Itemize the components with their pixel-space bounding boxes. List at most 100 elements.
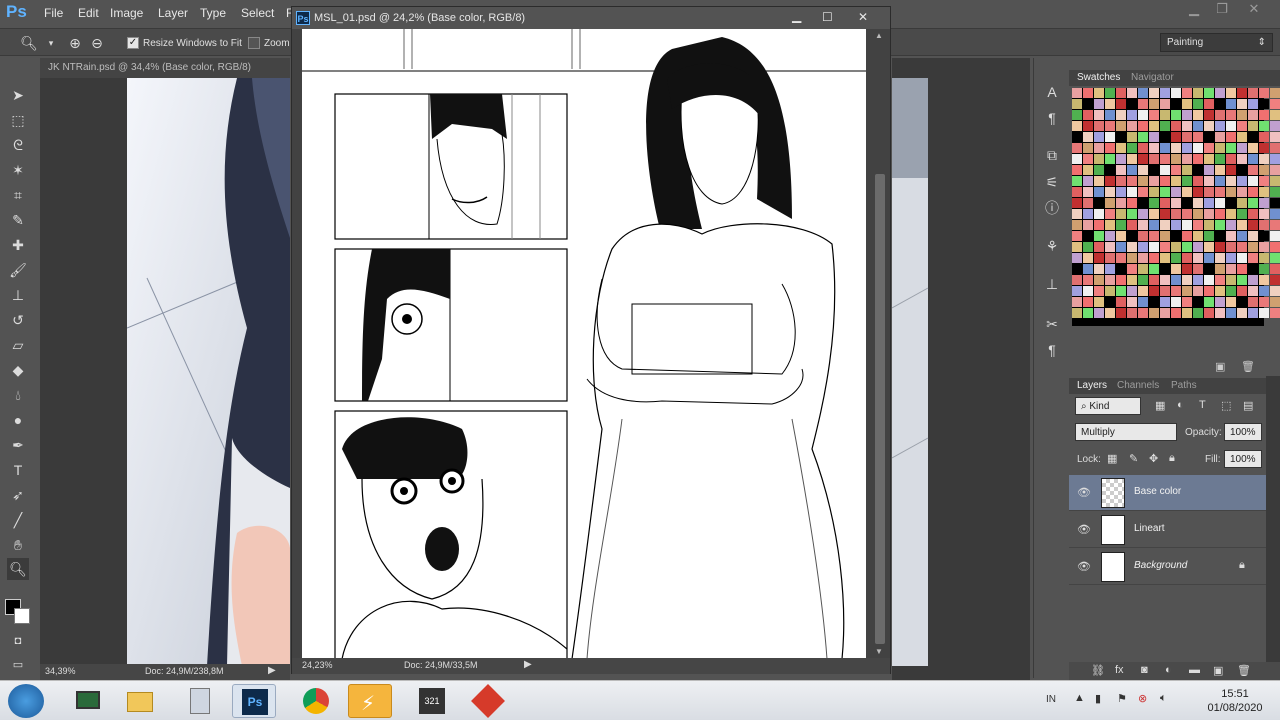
swatch[interactable] xyxy=(1270,286,1280,296)
swatch[interactable] xyxy=(1193,308,1203,318)
swatch[interactable] xyxy=(1072,143,1082,153)
swatch[interactable] xyxy=(1270,275,1280,285)
swatch[interactable] xyxy=(1237,275,1247,285)
swatch[interactable] xyxy=(1237,209,1247,219)
swatch[interactable] xyxy=(1204,132,1214,142)
app-restore-icon[interactable]: ❐ xyxy=(1206,0,1238,20)
tab-paths[interactable]: Paths xyxy=(1171,380,1197,391)
swatch[interactable] xyxy=(1138,187,1148,197)
swatch[interactable] xyxy=(1072,110,1082,120)
swatch[interactable] xyxy=(1226,132,1236,142)
tray-expand-icon[interactable]: ▲ xyxy=(1074,692,1085,704)
swatch[interactable] xyxy=(1237,253,1247,263)
language-indicator[interactable]: IN xyxy=(1046,694,1056,705)
line-tool-icon[interactable]: ╱ xyxy=(7,509,29,531)
background-color-swatch[interactable] xyxy=(14,608,30,624)
swatch[interactable] xyxy=(1083,143,1093,153)
swatch[interactable] xyxy=(1270,143,1280,153)
layer-row-base-color[interactable]: 👁︎ Base color xyxy=(1069,475,1266,511)
swatch[interactable] xyxy=(1083,231,1093,241)
swatch[interactable] xyxy=(1259,209,1269,219)
status-arrow-icon[interactable]: ▶ xyxy=(524,659,532,670)
new-group-icon[interactable]: ▬ xyxy=(1189,664,1200,676)
swatch[interactable] xyxy=(1226,209,1236,219)
swatch[interactable] xyxy=(1138,220,1148,230)
swatch[interactable] xyxy=(1105,231,1115,241)
swatch[interactable] xyxy=(1127,209,1137,219)
swatch[interactable] xyxy=(1160,275,1170,285)
swatch[interactable] xyxy=(1193,88,1203,98)
swatch[interactable] xyxy=(1193,275,1203,285)
swatch[interactable] xyxy=(1259,187,1269,197)
swatch[interactable] xyxy=(1127,220,1137,230)
tab-channels[interactable]: Channels xyxy=(1117,380,1159,391)
swatch[interactable] xyxy=(1083,242,1093,252)
swatch[interactable] xyxy=(1259,297,1269,307)
brush-tool-icon[interactable]: 🖌︎ xyxy=(7,259,29,281)
swatch[interactable] xyxy=(1171,286,1181,296)
background-document-tab[interactable]: JK NTRain.psd @ 34,4% (Base color, RGB/8… xyxy=(40,58,290,78)
swatch[interactable] xyxy=(1248,165,1258,175)
swatch[interactable] xyxy=(1149,110,1159,120)
zoom-all-checkbox[interactable] xyxy=(248,37,260,49)
menu-select[interactable]: Select xyxy=(241,6,274,20)
swatch[interactable] xyxy=(1226,264,1236,274)
swatch[interactable] xyxy=(1160,286,1170,296)
marquee-tool-icon[interactable]: ⬚ xyxy=(7,109,29,131)
swatch[interactable] xyxy=(1270,110,1280,120)
swatch[interactable] xyxy=(1094,88,1104,98)
app-close-icon[interactable]: ✕ xyxy=(1238,0,1270,20)
swatch[interactable] xyxy=(1237,154,1247,164)
floating-document-titlebar[interactable]: Ps MSL_01.psd @ 24,2% (Base color, RGB/8… xyxy=(292,7,890,29)
swatch[interactable] xyxy=(1226,110,1236,120)
swatch[interactable] xyxy=(1105,264,1115,274)
swatch[interactable] xyxy=(1116,275,1126,285)
info-panel-icon[interactable]: ⓘ xyxy=(1042,198,1062,218)
swatch[interactable] xyxy=(1226,275,1236,285)
swatch[interactable] xyxy=(1171,297,1181,307)
swatch[interactable] xyxy=(1105,165,1115,175)
move-tool-icon[interactable]: ➤ xyxy=(7,84,29,106)
swatch[interactable] xyxy=(1237,132,1247,142)
swatch[interactable] xyxy=(1171,165,1181,175)
taskbar-app-monitor-icon[interactable] xyxy=(66,684,110,718)
layer-row-lineart[interactable]: 👁︎ Lineart xyxy=(1069,512,1266,548)
swatch[interactable] xyxy=(1105,253,1115,263)
swatch[interactable] xyxy=(1094,165,1104,175)
swatch[interactable] xyxy=(1182,242,1192,252)
swatch[interactable] xyxy=(1259,198,1269,208)
swatch[interactable] xyxy=(1204,176,1214,186)
swatch[interactable] xyxy=(1226,297,1236,307)
crop-tool-icon[interactable]: ⌗ xyxy=(7,184,29,206)
dropdown-arrow-icon[interactable]: ▾ xyxy=(42,34,60,52)
swatch[interactable] xyxy=(1215,88,1225,98)
swatch[interactable] xyxy=(1193,209,1203,219)
screen-mode-icon[interactable]: ▭ xyxy=(7,654,29,676)
swatch[interactable] xyxy=(1072,88,1082,98)
swatch[interactable] xyxy=(1237,88,1247,98)
swatch[interactable] xyxy=(1083,88,1093,98)
character-panel-icon[interactable]: A xyxy=(1042,82,1062,102)
swatch[interactable] xyxy=(1094,154,1104,164)
swatch[interactable] xyxy=(1215,121,1225,131)
swatch[interactable] xyxy=(1149,88,1159,98)
swatch[interactable] xyxy=(1072,297,1082,307)
swatch[interactable] xyxy=(1160,297,1170,307)
swatch[interactable] xyxy=(1270,297,1280,307)
swatch[interactable] xyxy=(1237,143,1247,153)
swatch[interactable] xyxy=(1226,220,1236,230)
swatch[interactable] xyxy=(1237,308,1247,318)
swatch[interactable] xyxy=(1204,209,1214,219)
swatch[interactable] xyxy=(1116,242,1126,252)
swatch[interactable] xyxy=(1072,198,1082,208)
swatch[interactable] xyxy=(1160,242,1170,252)
swatch[interactable] xyxy=(1182,253,1192,263)
swatch[interactable] xyxy=(1259,308,1269,318)
swatch[interactable] xyxy=(1248,264,1258,274)
swatch[interactable] xyxy=(1105,187,1115,197)
swatch[interactable] xyxy=(1138,242,1148,252)
swatch[interactable] xyxy=(1083,121,1093,131)
swatch[interactable] xyxy=(1138,253,1148,263)
swatch[interactable] xyxy=(1138,165,1148,175)
swatch[interactable] xyxy=(1171,308,1181,318)
